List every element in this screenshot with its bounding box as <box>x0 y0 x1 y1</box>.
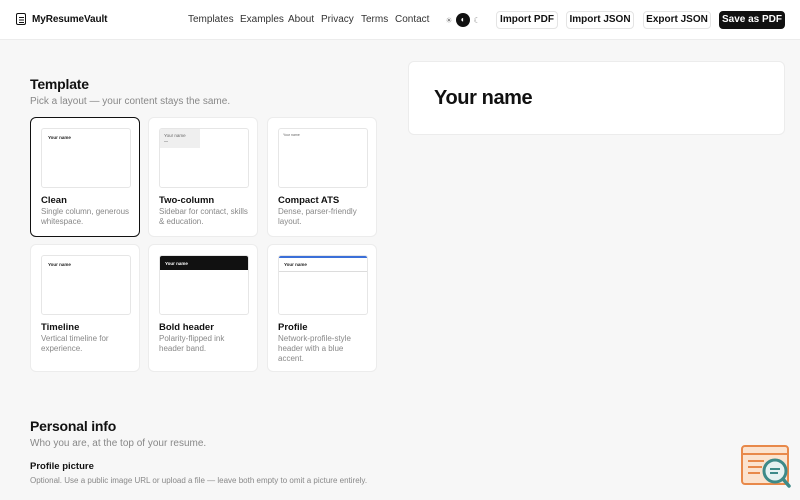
personal-section-subtitle: Who you are, at the top of your resume. <box>30 438 207 449</box>
save-as-pdf-button[interactable]: Save as PDF <box>719 11 785 29</box>
template-title: Bold header <box>159 322 214 333</box>
template-card-compact-ats[interactable]: Your name Compact ATS Dense, parser-frie… <box>267 117 377 237</box>
thumbnail-name: Your name <box>48 135 71 140</box>
template-thumbnail: Your name <box>159 128 249 188</box>
export-json-button[interactable]: Export JSON <box>643 11 711 29</box>
template-description: Sidebar for contact, skills & education. <box>159 207 248 226</box>
template-thumbnail: Your name <box>278 255 368 315</box>
template-thumbnail: Your name <box>41 128 131 188</box>
template-card-timeline[interactable]: Your name Timeline Vertical timeline for… <box>30 244 140 372</box>
preview-name: Your name <box>434 87 533 109</box>
thumbnail-blue-accent <box>279 256 367 258</box>
template-description: Dense, parser-friendly layout. <box>278 207 357 226</box>
nav-terms[interactable]: Terms <box>361 14 388 25</box>
template-title: Two-column <box>159 195 215 206</box>
template-title: Timeline <box>41 322 80 333</box>
template-description: Network-profile-style header with a blue… <box>278 334 351 363</box>
document-icon <box>16 13 26 25</box>
nav-contact[interactable]: Contact <box>395 14 429 25</box>
nav-about[interactable]: About <box>288 14 314 25</box>
nav-examples[interactable]: Examples <box>240 14 284 25</box>
template-title: Compact ATS <box>278 195 340 206</box>
top-bar: MyResumeVault Templates Examples About P… <box>0 0 800 40</box>
moon-icon[interactable]: ☾ <box>471 16 483 25</box>
template-thumbnail: Your name <box>278 128 368 188</box>
brand-name: MyResumeVault <box>32 13 108 25</box>
template-description: Single column, generous whitespace. <box>41 207 130 226</box>
template-card-clean[interactable]: Your name Clean Single column, generous … <box>30 117 140 237</box>
theme-toggle: ☀ ◐ ☾ <box>440 12 486 28</box>
personal-section-title: Personal info <box>30 418 117 434</box>
thumbnail-line <box>164 141 168 142</box>
import-pdf-button[interactable]: Import PDF <box>496 11 558 29</box>
thumbnail-divider <box>279 271 367 272</box>
template-title: Clean <box>41 195 67 206</box>
template-card-two-column[interactable]: Your name Two-column Sidebar for contact… <box>148 117 258 237</box>
thumbnail-name: Your name <box>284 262 307 267</box>
nav-privacy[interactable]: Privacy <box>321 14 354 25</box>
nav-templates[interactable]: Templates <box>188 14 234 25</box>
thumbnail-name: Your name <box>165 261 188 266</box>
import-json-button[interactable]: Import JSON <box>566 11 634 29</box>
thumbnail-name: Your name <box>283 133 300 137</box>
template-section-subtitle: Pick a layout — your content stays the s… <box>30 96 231 107</box>
template-card-profile[interactable]: Your name Profile Network-profile-style … <box>267 244 377 372</box>
template-card-bold-header[interactable]: Your name Bold header Polarity-flipped i… <box>148 244 258 372</box>
thumbnail-name: Your name <box>48 262 71 267</box>
sun-icon[interactable]: ☀ <box>443 16 455 25</box>
template-description: Vertical timeline for experience. <box>41 334 109 353</box>
thumbnail-sidebar <box>160 129 200 148</box>
floating-search-widget[interactable] <box>740 444 792 490</box>
brand[interactable]: MyResumeVault <box>16 13 108 25</box>
document-search-icon <box>741 445 791 488</box>
template-thumbnail: Your name <box>41 255 131 315</box>
template-section-title: Template <box>30 76 89 92</box>
contrast-icon[interactable]: ◐ <box>456 13 470 27</box>
thumbnail-name: Your name <box>164 133 186 138</box>
resume-preview: Your name <box>408 61 785 135</box>
template-title: Profile <box>278 322 308 333</box>
profile-picture-help: Optional. Use a public image URL or uplo… <box>30 476 368 485</box>
profile-picture-label: Profile picture <box>30 461 94 472</box>
template-thumbnail: Your name <box>159 255 249 315</box>
template-description: Polarity-flipped ink header band. <box>159 334 225 353</box>
